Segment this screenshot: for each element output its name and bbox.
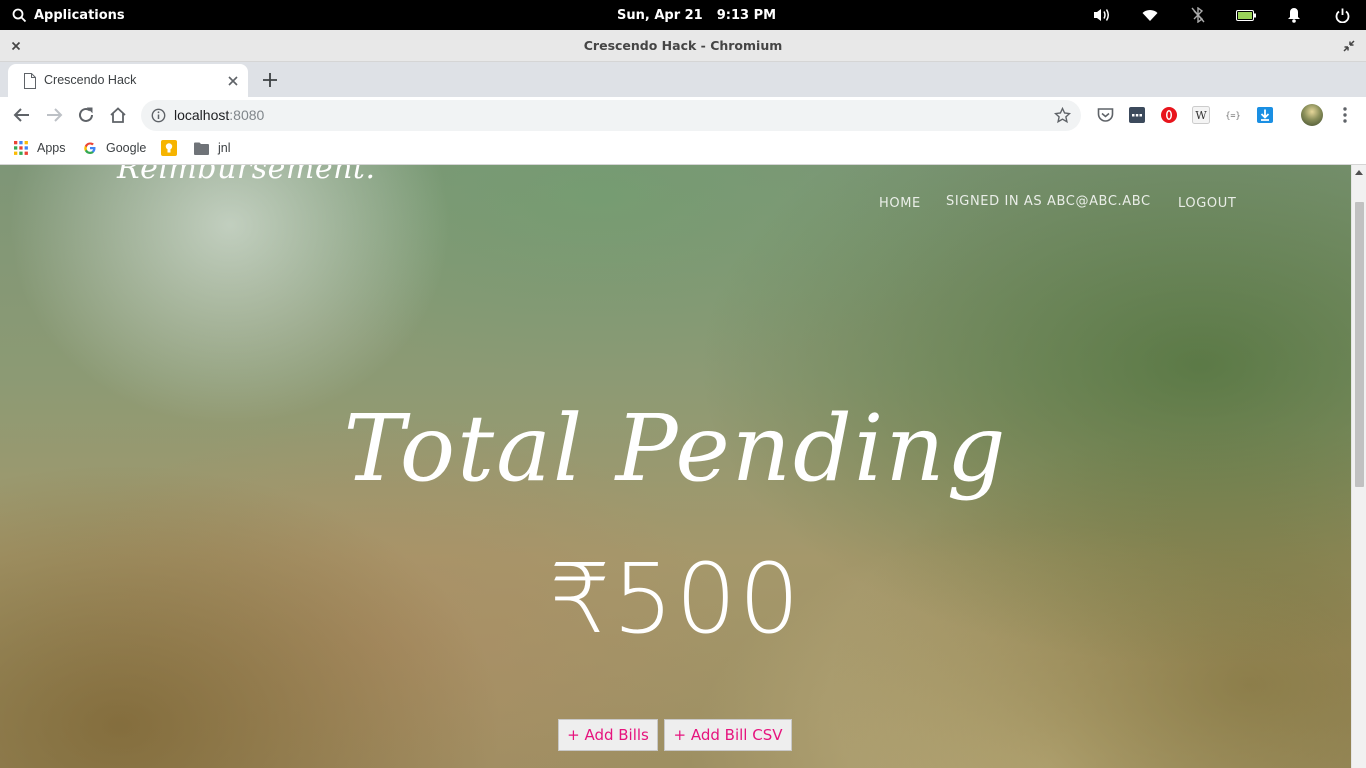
pending-amount: ₹500 [549,543,802,655]
svg-text:{=}: {=} [1225,112,1240,122]
url-port: :8080 [229,107,265,123]
bookmark-google[interactable]: Google [83,134,146,162]
bookmark-folder-jnl[interactable]: jnl [194,134,231,162]
clock-time: 9:13 PM [716,7,777,23]
search-icon [12,8,27,22]
site-logo[interactable]: Reimbursement. [117,165,376,186]
window-restore-button[interactable] [1340,37,1358,55]
url-text: localhost:8080 [174,100,264,131]
applications-menu[interactable]: Applications [12,0,125,30]
address-bar[interactable]: localhost:8080 [141,100,1081,131]
reload-button[interactable] [75,104,97,126]
add-bill-csv-button[interactable]: + Add Bill CSV [664,719,792,751]
chrome-menu-button[interactable] [1335,105,1355,125]
wifi-icon[interactable] [1126,0,1174,30]
info-icon[interactable] [151,108,166,123]
tab-crescendo-hack[interactable]: Crescendo Hack [8,64,248,97]
add-bills-button[interactable]: + Add Bills [558,719,658,751]
tab-title: Crescendo Hack [44,73,137,87]
home-icon [110,107,126,123]
battery-icon[interactable] [1222,0,1270,30]
bookmarks-bar: Apps Google jnl [0,134,1366,165]
power-icon[interactable] [1318,0,1366,30]
browser-toolbar: localhost:8080 W {=} [0,97,1366,134]
window-title-bar: Crescendo Hack - Chromium [0,30,1366,62]
keep-bulb-icon [161,140,177,156]
notifications-icon[interactable] [1270,0,1318,30]
applications-label: Applications [34,7,125,23]
nav-home[interactable]: HOME [879,196,921,211]
bookmark-label: Apps [37,141,66,155]
wikipedia-icon[interactable]: W [1192,106,1210,124]
svg-text:W: W [1195,109,1207,122]
volume-icon[interactable] [1078,0,1126,30]
page-icon [24,73,36,89]
tab-close-icon[interactable] [226,74,240,88]
apps-grid-icon [14,141,28,155]
reload-icon [79,107,93,122]
scrollbar-thumb[interactable] [1355,202,1364,487]
tab-strip: Crescendo Hack [0,62,1366,97]
hero-title: Total Pending [343,395,1008,502]
clock-date: Sun, Apr 21 [617,7,703,23]
new-tab-icon[interactable] [260,70,280,90]
pocket-icon[interactable] [1096,106,1114,124]
back-button[interactable] [11,104,33,126]
bookmark-label: jnl [218,141,231,155]
back-arrow-icon [13,108,29,122]
bookmark-apps[interactable]: Apps [14,134,66,162]
json-viewer-icon[interactable]: {=} [1224,106,1242,124]
more-vert-icon [1343,107,1347,123]
window-title: Crescendo Hack - Chromium [583,38,783,53]
bookmark-star-icon[interactable] [1054,107,1071,124]
url-host: localhost [174,107,230,123]
bluetooth-off-icon[interactable] [1174,0,1222,30]
nav-signed-in[interactable]: SIGNED IN AS ABC@ABC.ABC [946,194,1151,209]
clock[interactable]: Sun, Apr 21 9:13 PM [617,0,776,30]
download-icon[interactable] [1256,106,1274,124]
folder-icon [194,142,209,155]
bookmark-keep[interactable] [161,134,177,162]
forward-button[interactable] [43,104,65,126]
scroll-up-arrow-icon[interactable] [1355,170,1363,175]
home-button[interactable] [107,104,129,126]
page-scrollbar[interactable] [1351,165,1366,768]
nav-logout[interactable]: LOGOUT [1178,196,1236,211]
bookmark-label: Google [106,141,147,155]
google-icon [84,142,96,154]
restore-icon [1343,40,1355,52]
extension-dark-icon[interactable] [1128,106,1146,124]
system-tray [1078,0,1366,30]
system-top-bar: Applications Sun, Apr 21 9:13 PM [0,0,1366,30]
forward-arrow-icon [47,108,63,122]
profile-avatar[interactable] [1301,104,1323,126]
page-viewport: Reimbursement. HOME SIGNED IN AS ABC@ABC… [0,165,1351,768]
opera-vpn-icon[interactable] [1160,106,1178,124]
